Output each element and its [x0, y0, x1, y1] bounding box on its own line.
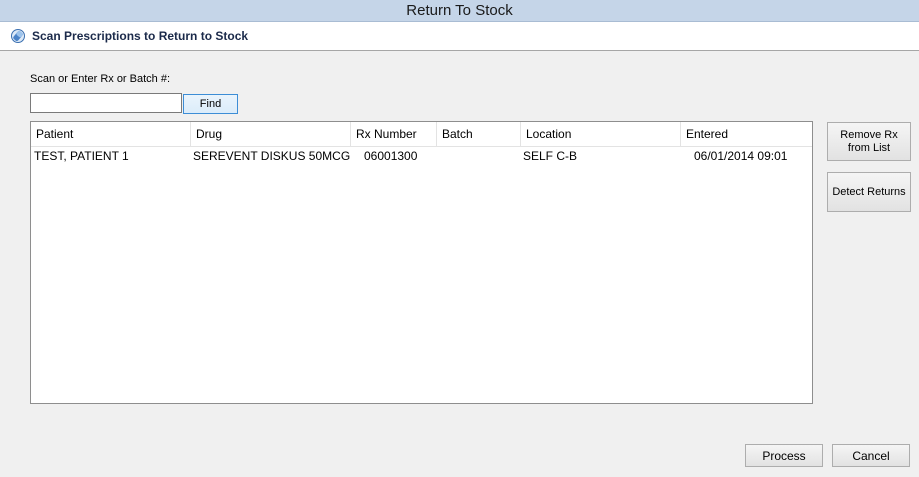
- cell-drug: SEREVENT DISKUS 50MCG: [193, 149, 351, 163]
- table-row[interactable]: TEST, PATIENT 1 SEREVENT DISKUS 50MCG 06…: [31, 147, 812, 165]
- scan-label: Scan or Enter Rx or Batch #:: [30, 73, 171, 85]
- column-header-rx-number[interactable]: Rx Number: [351, 122, 437, 146]
- column-header-location[interactable]: Location: [521, 122, 681, 146]
- table-header: Patient Drug Rx Number Batch Location En…: [31, 122, 812, 147]
- column-header-entered[interactable]: Entered: [681, 122, 812, 146]
- remove-rx-label-line2: from List: [847, 141, 891, 154]
- scan-rx-input[interactable]: [30, 93, 182, 113]
- cell-location: SELF C-B: [523, 149, 578, 163]
- remove-rx-label-line1: Remove Rx: [840, 128, 898, 141]
- cancel-button[interactable]: Cancel: [832, 444, 910, 467]
- cell-entered: 06/01/2014 09:01: [694, 149, 788, 163]
- window-title: Return To Stock: [406, 2, 513, 19]
- find-button[interactable]: Find: [183, 94, 238, 114]
- remove-rx-label: Remove Rx from List: [840, 129, 897, 155]
- process-button[interactable]: Process: [745, 444, 823, 467]
- page-title: Scan Prescriptions to Return to Stock: [32, 29, 249, 43]
- column-header-batch[interactable]: Batch: [437, 122, 521, 146]
- window-title-bar: Return To Stock: [0, 0, 919, 22]
- column-header-drug[interactable]: Drug: [191, 122, 351, 146]
- cell-patient: TEST, PATIENT 1: [34, 149, 129, 163]
- cell-rx-number: 06001300: [364, 149, 418, 163]
- detect-returns-button[interactable]: Detect Returns: [827, 172, 911, 212]
- page-header: Scan Prescriptions to Return to Stock: [0, 22, 919, 51]
- pill-bottle-icon: [11, 29, 25, 43]
- column-header-patient[interactable]: Patient: [31, 122, 191, 146]
- returns-table: Patient Drug Rx Number Batch Location En…: [30, 121, 813, 404]
- remove-rx-button[interactable]: Remove Rx from List: [827, 122, 911, 161]
